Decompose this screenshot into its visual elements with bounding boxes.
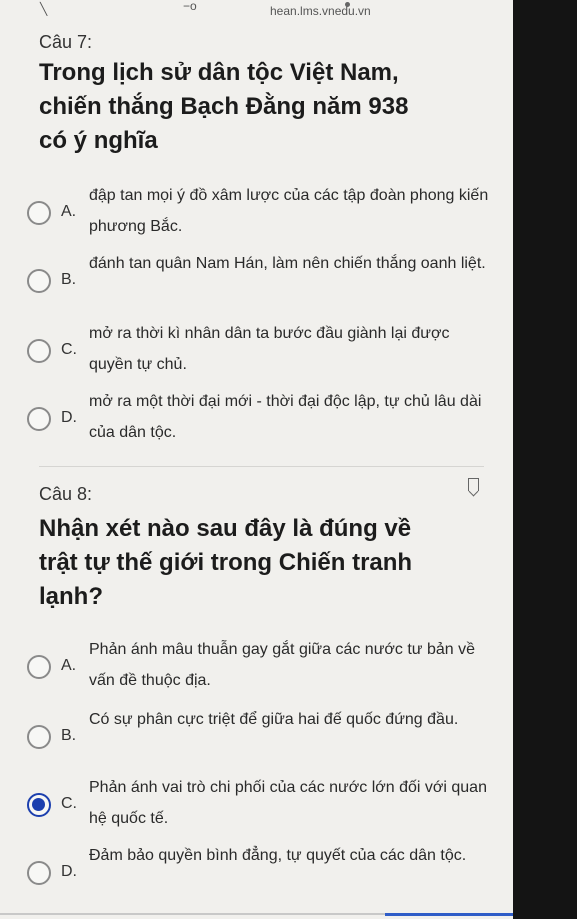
q7-option-d-text: mở ra một thời đại mới - thời đại độc lậ… bbox=[89, 393, 482, 441]
q8-option-c-text: Phản ánh vai trò chi phối của các nước l… bbox=[89, 779, 487, 827]
q7-option-c-text: mở ra thời kì nhân dân ta bước đầu giành… bbox=[89, 325, 450, 373]
q7-option-b-text: đánh tan quân Nam Hán, làm nên chiến thắ… bbox=[89, 255, 486, 272]
tabs-icon[interactable]: −o bbox=[183, 0, 197, 13]
question-8-label: Câu 8: bbox=[39, 484, 93, 504]
q8-option-b-text: Có sự phân cực triệt để giữa hai đế quốc… bbox=[89, 711, 459, 728]
q8-option-c-letter: C. bbox=[61, 795, 77, 812]
q7-option-c-radio[interactable] bbox=[27, 339, 51, 363]
q7-option-a[interactable]: A. đập tan mọi ý đồ xâm lược của các tập… bbox=[27, 180, 489, 248]
q8-option-b-radio[interactable] bbox=[27, 725, 51, 749]
q8-option-c-radio-selected[interactable] bbox=[27, 793, 51, 817]
question-7-label: Câu 7: bbox=[39, 32, 93, 52]
question-divider bbox=[39, 466, 484, 467]
q8-option-d-letter: D. bbox=[61, 863, 77, 880]
q7-option-a-text: đập tan mọi ý đồ xâm lược của các tập đo… bbox=[89, 187, 489, 235]
browser-url-bar[interactable]: ╲ −o hean.lms.vnedu.vn bbox=[0, 0, 515, 30]
q7-option-a-radio[interactable] bbox=[27, 201, 51, 225]
bookmark-icon[interactable] bbox=[468, 478, 479, 491]
q8-option-b-letter: B. bbox=[61, 727, 77, 744]
q8-option-d-radio[interactable] bbox=[27, 861, 51, 885]
question-7-text: Trong lịch sử dân tộc Việt Nam, chiến th… bbox=[39, 59, 409, 154]
q8-option-a-letter: A. bbox=[61, 657, 77, 674]
q8-option-b[interactable]: B. Có sự phân cực triệt để giữa hai đế q… bbox=[27, 704, 487, 772]
q8-option-c[interactable]: C. Phản ánh vai trò chi phối của các nướ… bbox=[27, 772, 487, 840]
q7-option-d[interactable]: D. mở ra một thời đại mới - thời đại độc… bbox=[27, 386, 487, 454]
q7-option-a-letter: A. bbox=[61, 203, 77, 220]
q7-option-d-radio[interactable] bbox=[27, 407, 51, 431]
question-8-text: Nhận xét nào sau đây là đúng về trật tự … bbox=[39, 515, 413, 610]
q7-option-b-letter: B. bbox=[61, 271, 77, 288]
q7-option-b-radio[interactable] bbox=[27, 269, 51, 293]
q8-option-d-text: Đảm bảo quyền bình đẳng, tự quyết của cá… bbox=[89, 847, 467, 864]
screen-edge bbox=[513, 0, 577, 919]
back-arrow-icon[interactable]: ╲ bbox=[40, 2, 47, 16]
q7-option-c[interactable]: C. mở ra thời kì nhân dân ta bước đầu gi… bbox=[27, 318, 487, 386]
q7-option-b[interactable]: B. đánh tan quân Nam Hán, làm nên chiến … bbox=[27, 248, 487, 316]
url-text[interactable]: hean.lms.vnedu.vn bbox=[270, 4, 371, 18]
q7-option-d-letter: D. bbox=[61, 409, 77, 426]
q8-option-d[interactable]: D. Đảm bảo quyền bình đẳng, tự quyết của… bbox=[27, 840, 487, 908]
q8-option-a[interactable]: A. Phản ánh mâu thuẫn gay gắt giữa các n… bbox=[27, 634, 487, 702]
bottom-progress-bar bbox=[385, 913, 515, 916]
q7-option-c-letter: C. bbox=[61, 341, 77, 358]
q8-option-a-text: Phản ánh mâu thuẫn gay gắt giữa các nước… bbox=[89, 641, 475, 689]
quiz-page: ╲ −o hean.lms.vnedu.vn Câu 7: Trong lịch… bbox=[0, 0, 515, 919]
q8-option-a-radio[interactable] bbox=[27, 655, 51, 679]
menu-dot-icon[interactable] bbox=[345, 2, 350, 7]
